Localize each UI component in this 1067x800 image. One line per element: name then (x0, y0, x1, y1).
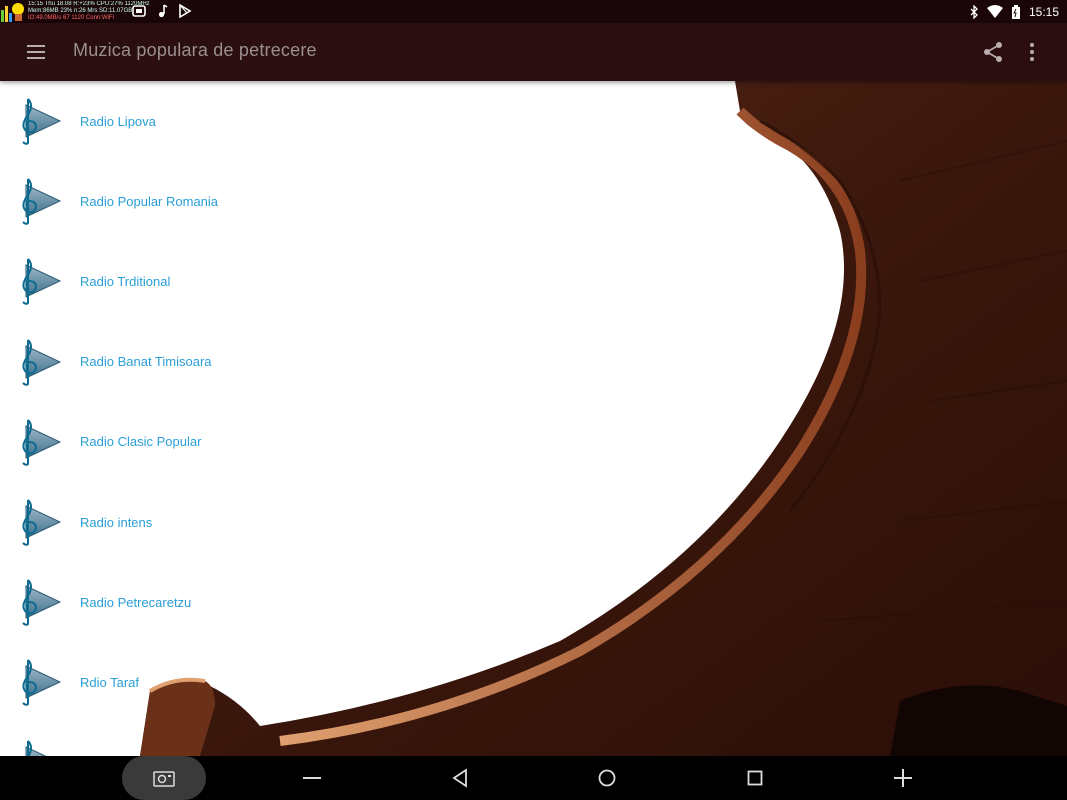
list-item[interactable]: Radio intens (0, 482, 700, 562)
play-store-icon (179, 4, 192, 18)
list-item[interactable]: Rdio Taraf (0, 642, 700, 722)
list-item[interactable]: Radio Clasic Popular (0, 402, 700, 482)
bluetooth-icon (970, 4, 978, 19)
station-list: Radio Lipova Radio Popular Romania Radio… (0, 81, 700, 756)
treble-clef-play-icon (22, 258, 62, 306)
station-label: Radio Trditional (80, 273, 171, 289)
minus-icon (303, 777, 321, 779)
station-list-area: Radio Lipova Radio Popular Romania Radio… (0, 81, 1067, 756)
station-label: Radio Clasic Popular (80, 434, 202, 450)
system-nav-bar (0, 756, 1067, 800)
station-label: Radio Banat Timisoara (80, 354, 212, 370)
treble-clef-play-icon (22, 579, 62, 627)
app-bar: Muzica populara de petrecere (0, 23, 1067, 81)
page-title: Muzica populara de petrecere (73, 40, 317, 60)
treble-clef-play-icon (22, 499, 62, 546)
treble-clef-play-icon (25, 739, 48, 756)
home-circle-icon (598, 769, 616, 787)
treble-clef-play-icon (22, 419, 62, 466)
treble-clef-play-icon (22, 178, 62, 226)
station-label: Radio intens (80, 514, 153, 530)
screenshot-app-icon (132, 5, 146, 17)
status-left-icons: 15:15 Thu 18.08 R:+23% CPU:27% 1120MHz M… (0, 0, 220, 23)
overflow-menu-icon[interactable] (1020, 39, 1044, 65)
status-bar: 15:15 Thu 18.08 R:+23% CPU:27% 1120MHz M… (0, 0, 1067, 23)
list-item[interactable]: Radio Banat Timisoara (0, 322, 700, 402)
station-label: Radio Lipova (80, 113, 156, 129)
battery-icon (1011, 4, 1020, 19)
list-item[interactable]: Radio Petrecaretzu (0, 562, 700, 642)
music-note-icon (158, 4, 168, 18)
status-right-icons: 15:15 (969, 0, 1059, 23)
share-icon[interactable] (980, 39, 1006, 65)
recents-square-icon (747, 770, 763, 786)
back-triangle-icon (452, 768, 467, 788)
plus-icon (894, 769, 912, 787)
wifi-icon (986, 5, 1003, 18)
clock: 15:15 (1028, 4, 1059, 19)
camera-icon (153, 771, 175, 787)
list-item[interactable] (0, 723, 700, 756)
recents-button[interactable] (739, 756, 771, 800)
volume-down-button[interactable] (296, 756, 328, 800)
system-monitor-icon (1, 3, 24, 22)
station-label: Radio Petrecaretzu (80, 594, 192, 610)
treble-clef-play-icon (22, 338, 62, 386)
back-button[interactable] (444, 756, 476, 800)
list-item[interactable]: Radio Lipova (0, 81, 700, 161)
hamburger-menu-icon[interactable] (24, 39, 50, 65)
station-label: Radio Popular Romania (80, 193, 219, 209)
station-label: Rdio Taraf (80, 674, 140, 690)
list-item[interactable]: Radio Popular Romania (0, 161, 700, 241)
home-button[interactable] (591, 756, 623, 800)
volume-up-button[interactable] (887, 756, 919, 800)
treble-clef-play-icon (22, 659, 62, 707)
screenshot-button[interactable] (122, 756, 206, 800)
treble-clef-play-icon (22, 98, 62, 145)
list-item[interactable]: Radio Trditional (0, 241, 700, 321)
